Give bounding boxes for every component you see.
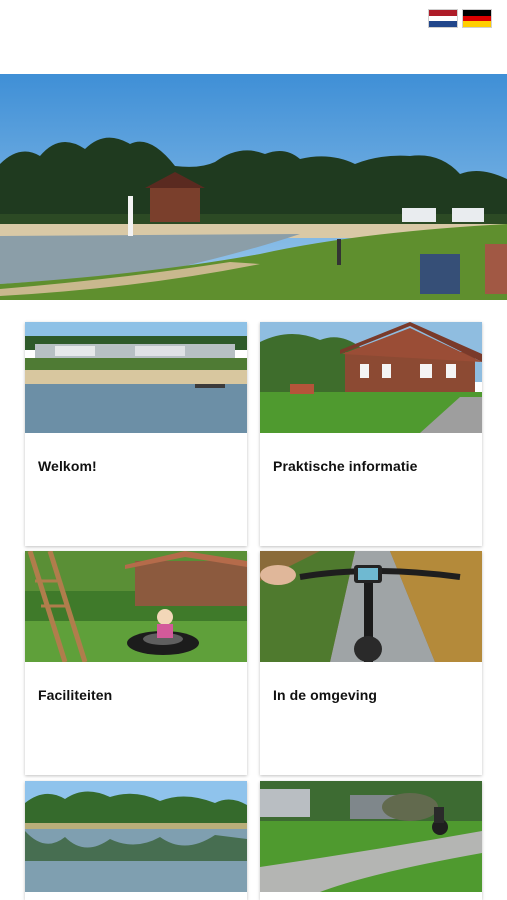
top-bar: [0, 0, 507, 74]
lake-reflection-photo: [25, 781, 247, 892]
card-campsite[interactable]: [260, 781, 482, 900]
e-bike-path-photo: [260, 551, 482, 662]
card-lake[interactable]: [25, 781, 247, 900]
card-praktische-informatie[interactable]: Praktische informatie: [260, 322, 482, 546]
lake-beach-campers-photo: [25, 322, 247, 433]
de-flag-icon[interactable]: [462, 9, 492, 28]
playground-swing-photo: [25, 551, 247, 662]
brick-farmhouse-photo: [260, 322, 482, 433]
card-in-de-omgeving[interactable]: In de omgeving: [260, 551, 482, 775]
campsite-caravans-photo: [260, 781, 482, 892]
card-welkom[interactable]: Welkom!: [25, 322, 247, 546]
card-label: Praktische informatie: [273, 458, 418, 474]
nl-flag-icon[interactable]: [428, 9, 458, 28]
hero-carousel[interactable]: [0, 74, 507, 300]
card-label: Faciliteiten: [38, 687, 113, 703]
hero-lake-photo: [0, 74, 507, 300]
card-label: In de omgeving: [273, 687, 378, 703]
card-faciliteiten[interactable]: Faciliteiten: [25, 551, 247, 775]
card-label: Welkom!: [38, 458, 97, 474]
